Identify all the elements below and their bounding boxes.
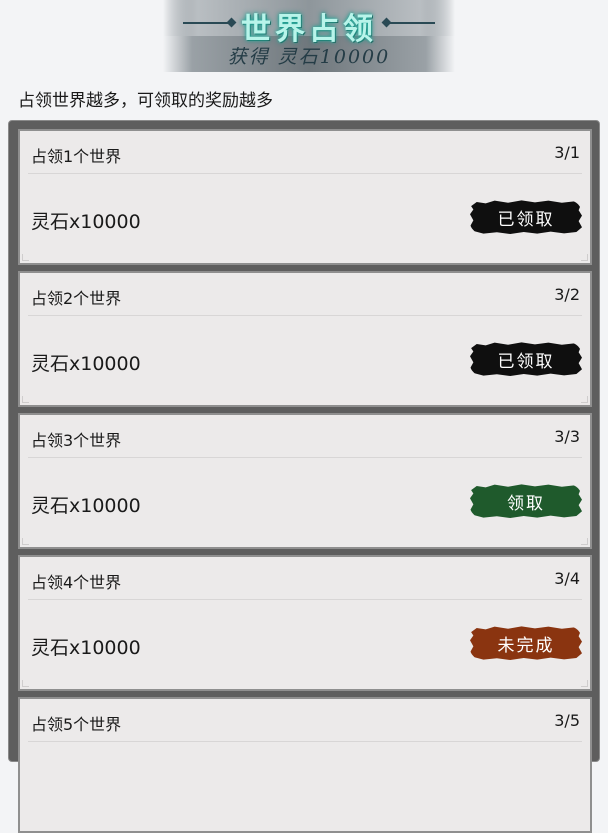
task-card-5: 占领5个世界 3/5: [18, 697, 592, 833]
task-title: 占领4个世界: [31, 573, 122, 592]
task-progress: 3/3: [554, 427, 580, 446]
task-card-2: 占领2个世界 3/2 灵石x10000 已领取: [18, 271, 592, 407]
banner-subtitle: 获得 灵石10000: [227, 46, 391, 68]
task-card-1: 占领1个世界 3/1 灵石x10000 已领取: [18, 129, 592, 265]
corner-ornament: [581, 254, 588, 261]
task-reward: 灵石x10000: [31, 353, 141, 375]
corner-ornament: [22, 538, 29, 545]
divider: [28, 741, 582, 742]
corner-ornament: [581, 396, 588, 403]
task-progress: 3/2: [554, 285, 580, 304]
corner-ornament: [581, 538, 588, 545]
task-list[interactable]: 占领1个世界 3/1 灵石x10000 已领取 占领2个世界 3/2 灵石x10…: [8, 120, 600, 833]
incomplete-button[interactable]: 未完成: [470, 622, 582, 664]
task-card-header: 占领4个世界 3/4: [20, 557, 590, 601]
task-title: 占领5个世界: [31, 715, 122, 734]
task-card-header: 占领1个世界 3/1: [20, 131, 590, 175]
task-card-4: 占领4个世界 3/4 灵石x10000 未完成: [18, 555, 592, 691]
task-reward: 灵石x10000: [31, 637, 141, 659]
claim-button[interactable]: 领取: [470, 480, 582, 522]
task-card-3: 占领3个世界 3/3 灵石x10000 领取: [18, 413, 592, 549]
task-title: 占领3个世界: [31, 431, 122, 450]
task-reward: 灵石x10000: [31, 495, 141, 517]
corner-ornament: [22, 254, 29, 261]
task-title: 占领2个世界: [31, 289, 122, 308]
claimed-button[interactable]: 已领取: [470, 338, 582, 380]
corner-ornament: [581, 680, 588, 687]
title-banner: 世界占领 获得 灵石10000: [163, 0, 455, 72]
divider: [28, 599, 582, 600]
task-card-header: 占领3个世界 3/3: [20, 415, 590, 459]
button-label: 已领取: [497, 209, 555, 230]
divider: [28, 173, 582, 174]
task-reward: 灵石x10000: [31, 211, 141, 233]
task-progress: 3/5: [554, 711, 580, 730]
page-subtitle: 占领世界越多，可领取的奖励越多: [18, 91, 273, 111]
button-label: 未完成: [497, 635, 555, 656]
corner-ornament: [22, 680, 29, 687]
button-label: 领取: [507, 493, 545, 514]
corner-ornament: [22, 396, 29, 403]
task-progress: 3/4: [554, 569, 580, 588]
divider: [28, 457, 582, 458]
divider: [28, 315, 582, 316]
button-label: 已领取: [497, 351, 555, 372]
task-progress: 3/1: [554, 143, 580, 162]
claimed-button[interactable]: 已领取: [470, 196, 582, 238]
task-card-header: 占领2个世界 3/2: [20, 273, 590, 317]
task-title: 占领1个世界: [31, 147, 122, 166]
task-card-header: 占领5个世界 3/5: [20, 699, 590, 743]
